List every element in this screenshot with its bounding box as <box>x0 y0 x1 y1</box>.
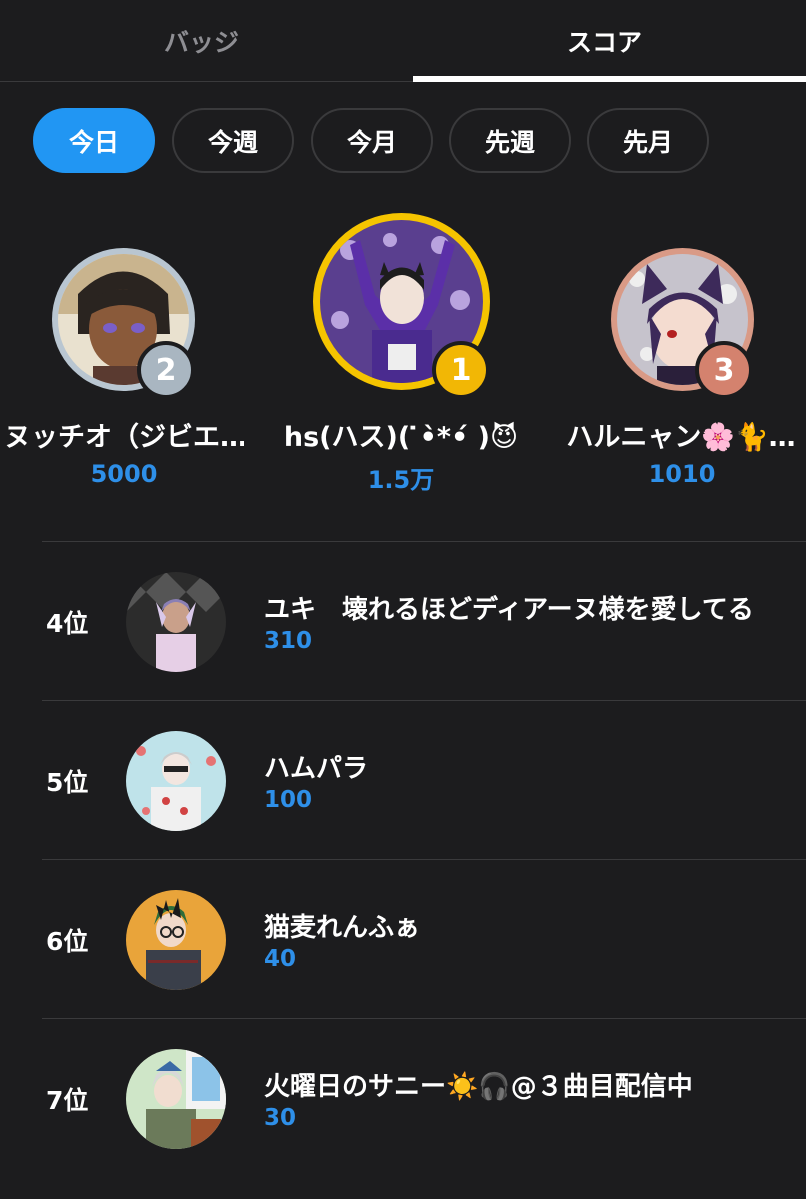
user-name: 猫麦れんふぁ <box>264 913 421 943</box>
user-score: 310 <box>264 628 313 654</box>
top-three-podium: 2 ヌッチオ（ジビエ… 5000 1 hs(ハス)( ̇•̀*•́)😈 1.5… <box>0 210 806 510</box>
user-name: ユキ 壊れるほどディアーヌ様を愛してる <box>264 595 754 625</box>
tab-score[interactable]: スコア <box>403 0 806 82</box>
period-last-month-chip[interactable]: 先月 <box>587 108 709 173</box>
rank-3-score: 1010 <box>648 460 716 488</box>
user-name: ハムパラ <box>264 754 369 784</box>
period-last-week-chip[interactable]: 先週 <box>449 108 571 173</box>
rank-3-badge: 3 <box>695 341 753 399</box>
rank-label: 4位 <box>46 609 89 638</box>
period-this-month-chip[interactable]: 今月 <box>311 108 433 173</box>
user-score: 30 <box>264 1105 297 1131</box>
ranking-row[interactable]: 4位 ユキ 壊れるほどディアーヌ様を愛してる 310 <box>42 541 806 700</box>
rank-1-score: 1.5万 <box>367 466 435 494</box>
rank-label: 6位 <box>46 927 89 956</box>
rank-3-name: ハルニャン🌸🐈… <box>566 422 796 453</box>
rank-label: 7位 <box>46 1086 89 1115</box>
rank-label: 5位 <box>46 768 89 797</box>
rank-1-badge: 1 <box>432 341 490 399</box>
rank-2-name: ヌッチオ（ジビエ… <box>4 422 244 453</box>
avatar[interactable] <box>126 890 226 990</box>
user-name: 火曜日のサニー☀️🎧@３曲目配信中 <box>264 1072 693 1102</box>
rank-2-badge: 2 <box>137 341 195 399</box>
ranking-row[interactable]: 7位 火曜日のサニー☀️🎧@３曲目配信中 30 <box>42 1018 806 1177</box>
period-this-week-chip[interactable]: 今週 <box>172 108 294 173</box>
period-today-chip[interactable]: 今日 <box>33 108 155 173</box>
tab-badges[interactable]: バッジ <box>0 0 403 82</box>
user-score: 100 <box>264 787 313 813</box>
ranking-row[interactable]: 6位 猫麦れんふぁ 40 <box>42 859 806 1018</box>
rank-2-score: 5000 <box>90 460 158 488</box>
active-tab-indicator <box>413 76 806 82</box>
avatar[interactable] <box>126 1049 226 1149</box>
tab-bar: バッジ スコア <box>0 0 806 82</box>
avatar[interactable] <box>126 731 226 831</box>
ranking-row[interactable]: 5位 ハムパラ 100 <box>42 700 806 859</box>
avatar[interactable] <box>126 572 226 672</box>
rank-1-name: hs(ハス)( ̇•̀*•́ )😈 <box>283 422 519 453</box>
user-score: 40 <box>264 946 297 972</box>
